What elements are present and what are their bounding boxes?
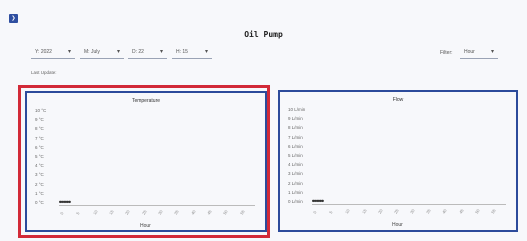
flow-xtick-label: 35	[425, 208, 432, 215]
flow-xtick-label: 45	[457, 208, 465, 215]
temperature-xtick-label: 50	[222, 209, 229, 216]
flow-ytick-label: 0 L/min	[288, 199, 303, 204]
flow-ytick-label: 7 L/min	[288, 134, 303, 140]
page-title: Oil Pump	[244, 30, 283, 39]
flow-ytick-label: 2 L/min	[288, 180, 303, 186]
temperature-ytick-label: 7 °C	[35, 135, 44, 141]
temperature-xtick-label: 5	[75, 211, 81, 216]
temperature-ytick-label: 8 °C	[35, 126, 44, 132]
flow-xtick-label: 30	[409, 208, 416, 215]
flow-chart-panel: Flow 10 L/min 9 L/min 8 L/min 7 L/min 6 L/mi…	[278, 90, 518, 232]
temperature-ytick-label: 0 °C	[35, 200, 44, 205]
flow-ytick-label: 5 L/min	[288, 153, 303, 158]
filter-select[interactable]: Hour ▾	[460, 46, 498, 59]
flow-xtick-label: 5	[328, 210, 334, 215]
temperature-ytick-label: 5 °C	[35, 154, 44, 159]
temperature-xtick-label: 35	[173, 209, 180, 216]
temperature-xtick-label: 45	[206, 209, 213, 216]
flow-ytick-label: 1 L/min	[288, 189, 303, 195]
flow-ytick-label: 10 L/min	[288, 107, 306, 112]
chevron-right-icon: ❯	[11, 14, 16, 22]
temperature-chart-title: Temperature	[131, 98, 161, 104]
flow-xtick-label: 15	[360, 208, 368, 215]
temperature-chart-panel: Temperature 10 °C 9 °C 8 °C 7 °C 6 °C 5 °C 4 °…	[25, 91, 267, 232]
temperature-ytick-label: 1 °C	[35, 190, 44, 196]
flow-xtick-label: 40	[441, 208, 448, 215]
flow-xtick-label: 55	[489, 208, 497, 215]
temperature-ytick-label: 3 °C	[35, 172, 44, 178]
flow-xtick-label: 25	[392, 208, 400, 215]
temperature-xtick-label: 40	[189, 209, 197, 216]
caret-down-icon: ▾	[204, 49, 208, 55]
temperature-ytick-label: 6 °C	[35, 144, 44, 150]
temperature-xtick-label: 15	[108, 209, 115, 216]
month-select[interactable]: M: July ▾	[80, 46, 124, 59]
flow-x-axis	[312, 204, 506, 205]
hour-select[interactable]: H: 15 ▾	[172, 46, 212, 59]
temperature-ytick-label: 4 °C	[35, 163, 44, 169]
caret-down-icon: ▾	[67, 49, 71, 55]
flow-xtick-label: 0	[312, 210, 318, 215]
temperature-ytick-label: 9 °C	[35, 117, 44, 123]
temperature-series-points: ●●●●●●	[59, 199, 71, 204]
flow-xtick-label: 20	[376, 208, 384, 215]
caret-down-icon: ▾	[490, 49, 494, 55]
temperature-xtick-label: 10	[91, 209, 99, 216]
temperature-x-axis-label: Hour	[140, 223, 151, 229]
flow-chart-title: Flow	[392, 97, 404, 103]
flow-series-points: ●●●●●●	[312, 198, 324, 203]
temperature-xtick-label: 0	[59, 211, 65, 216]
caret-down-icon: ▾	[116, 49, 120, 55]
flow-ytick-label: 8 L/min	[288, 125, 303, 131]
caret-down-icon: ▾	[159, 49, 163, 55]
sidebar-toggle-button[interactable]: ❯	[9, 14, 18, 23]
temperature-ytick-label: 10 °C	[35, 108, 47, 113]
temperature-xtick-label: 30	[157, 209, 164, 216]
flow-ytick-label: 9 L/min	[288, 116, 303, 122]
temperature-xtick-label: 25	[140, 209, 148, 216]
flow-ytick-label: 4 L/min	[288, 162, 303, 168]
day-select[interactable]: D: 22 ▾	[128, 46, 167, 59]
flow-xtick-label: 50	[473, 208, 481, 215]
last-update-label: Last Update:	[31, 70, 57, 75]
flow-ytick-label: 3 L/min	[288, 171, 303, 177]
year-select[interactable]: Y: 2022 ▾	[31, 46, 75, 59]
temperature-xtick-label: 20	[124, 209, 131, 216]
flow-x-axis-label: Hour	[392, 222, 403, 228]
flow-xtick-label: 10	[344, 208, 351, 215]
temperature-x-axis	[59, 205, 255, 206]
filter-label: Filter:	[440, 50, 453, 56]
temperature-ytick-label: 2 °C	[35, 181, 44, 187]
temperature-xtick-label: 55	[238, 209, 246, 216]
flow-ytick-label: 6 L/min	[288, 143, 303, 149]
